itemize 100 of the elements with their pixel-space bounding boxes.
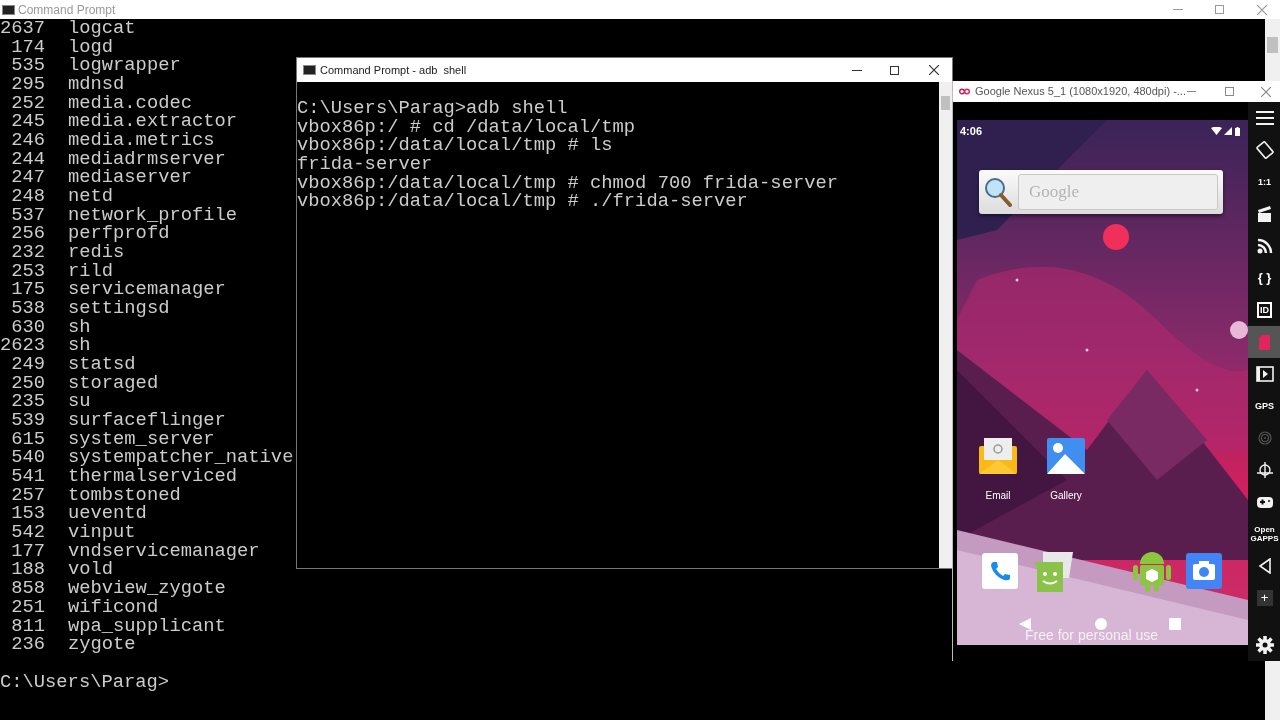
process-name: logd (68, 37, 114, 57)
process-id: 251 (10, 597, 45, 617)
minimize-button[interactable] (852, 69, 862, 71)
close-button[interactable] (929, 65, 939, 75)
process-name: systempatcher_native (68, 448, 294, 468)
toolbar-button[interactable]: ID (1248, 294, 1280, 326)
process-name: redis (68, 243, 125, 262)
process-name: network_profile (68, 205, 238, 225)
back-icon[interactable] (1019, 618, 1031, 630)
process-id: 535 (10, 56, 45, 75)
menu-icon (1255, 110, 1274, 126)
clapperboard-icon (1256, 205, 1273, 223)
process-name: wpa_supplicant (68, 616, 226, 636)
process-name: settingsd (68, 299, 170, 318)
battery-icon (1235, 126, 1240, 136)
process-id: 175 (10, 280, 45, 300)
notice-text: Free for personal use (1025, 626, 1159, 645)
fingerprint-icon (1257, 430, 1272, 446)
phone-icon[interactable] (982, 553, 1018, 589)
toolbar-button[interactable]: 1:1 (1248, 166, 1280, 198)
settings-icon (1255, 636, 1274, 654)
app-label[interactable]: Gallery (1050, 488, 1082, 503)
process-name: media.extractor (68, 112, 238, 132)
process-id: 246 (10, 131, 45, 150)
process-name: system_server (68, 429, 215, 449)
wifi-icon (1211, 127, 1222, 135)
process-id: 858 (10, 579, 45, 598)
process-id: 542 (10, 523, 45, 542)
process-name: mediadrmserver (68, 149, 226, 169)
home-icon[interactable] (1095, 618, 1107, 630)
process-id: 630 (10, 317, 45, 337)
process-name: tombstoned (68, 485, 181, 505)
gallery-icon (1047, 438, 1085, 474)
cmd-icon (303, 65, 316, 75)
process-name: sh (68, 336, 91, 356)
process-id: 244 (10, 149, 45, 169)
process-name: perfprofd (68, 224, 170, 244)
process-name: media.codec (68, 93, 192, 113)
process-name: logwrapper (68, 56, 181, 75)
prompt-text: C:\Users\Parag> (0, 672, 171, 692)
envelope-icon (979, 438, 1017, 474)
film-icon (1255, 366, 1274, 382)
process-id: 235 (10, 392, 45, 412)
process-id: 174 (10, 37, 45, 57)
signal-icon (1256, 238, 1273, 254)
process-name: media.metrics (68, 131, 215, 150)
process-name: wificond (68, 597, 159, 617)
process-id: 153 (10, 504, 45, 524)
clock-text: 4:06 (960, 123, 983, 139)
process-id: 245 (10, 112, 45, 132)
process-name: mdnsd (68, 75, 125, 94)
process-name: storaged (68, 373, 159, 393)
process-id: 615 (10, 429, 45, 449)
window-title: Command Prompt - adb shell (320, 62, 467, 78)
process-name: su (68, 392, 91, 412)
process-name: webview_zygote (68, 579, 226, 598)
process-id: 538 (10, 299, 45, 318)
gamepad-icon (1256, 495, 1273, 509)
toolbar-button[interactable]: Open GAPPS (1248, 518, 1280, 550)
process-id: 256 (10, 224, 45, 244)
process-id: 188 (10, 560, 45, 580)
signal-icon (1224, 127, 1232, 135)
camera-icon[interactable] (1186, 553, 1222, 589)
process-name: surfaceflinger (68, 411, 226, 430)
process-name: zygote (68, 635, 136, 654)
process-name: rild (68, 261, 114, 281)
messaging-icon[interactable] (1033, 552, 1073, 592)
process-name: mediaserver (68, 168, 192, 188)
process-name: servicemanager (68, 280, 226, 300)
search-icon (984, 177, 1012, 207)
process-name: statsd (68, 355, 136, 374)
process-id: 252 (10, 93, 45, 113)
rotate-icon (1255, 141, 1274, 159)
process-name: vold (68, 560, 114, 580)
console-line: vbox86p:/ # cd /data/local/tmp (297, 117, 637, 137)
console-line: vbox86p:/data/local/tmp # ls (297, 136, 613, 155)
emulator-logo-icon (959, 88, 970, 95)
app-label[interactable]: Email (985, 488, 1011, 503)
process-id: 249 (10, 355, 45, 374)
process-name: sh (68, 317, 91, 337)
process-id: 236 (10, 635, 45, 654)
process-id: 539 (10, 411, 45, 430)
process-name: vinput (68, 523, 136, 542)
maximize-button[interactable] (890, 65, 899, 75)
cmd-icon (2, 4, 15, 15)
process-name: thermalserviced (68, 467, 238, 486)
android-icon[interactable] (1133, 550, 1171, 592)
process-id: 247 (10, 168, 45, 188)
process-id: 257 (10, 485, 45, 505)
process-id: 2623 (0, 336, 45, 356)
console-line: vbox86p:/data/local/tmp # ./frida-server (297, 192, 749, 212)
process-id: 540 (10, 448, 45, 468)
process-name: netd (68, 187, 114, 206)
toolbar-button[interactable]: GPS (1248, 390, 1280, 422)
console-line: vbox86p:/data/local/tmp # chmod 700 frida-server (297, 173, 839, 193)
process-id: 232 (10, 243, 45, 262)
toolbar-button[interactable]: { } (1248, 262, 1280, 294)
process-id: 537 (10, 205, 45, 225)
process-id: 2637 (0, 19, 45, 38)
toolbar-button[interactable]: + (1248, 582, 1280, 614)
